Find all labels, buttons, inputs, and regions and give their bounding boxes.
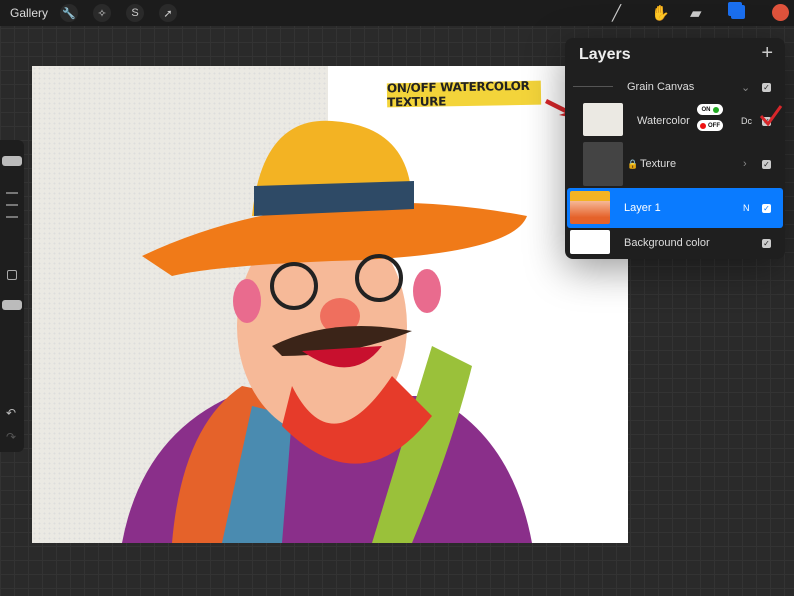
layers-icon[interactable] — [731, 5, 745, 19]
layer-background-color[interactable]: Background color ✓ — [567, 230, 783, 256]
layers-panel: Layers + Grain Canvas ⌄ ✓ Watercolor ON … — [565, 38, 785, 259]
layers-title: Layers — [579, 46, 631, 63]
layer-group-grain-canvas[interactable]: Grain Canvas ⌄ ✓ — [567, 76, 783, 98]
annotation-banner: ON/OFF WATERCOLOR TEXTURE — [387, 79, 542, 109]
top-toolbar: Gallery 🔧 ✧ S ➚ ╱ ✋ ▰ — [0, 0, 794, 26]
layer-thumbnail — [583, 103, 623, 136]
layer-thumbnail — [570, 230, 610, 254]
layer-group-texture[interactable]: 🔒 Texture › ✓ — [567, 142, 783, 186]
selection-icon[interactable]: S — [126, 4, 145, 22]
transform-arrow-icon[interactable]: ➚ — [159, 4, 178, 22]
layer-1[interactable]: Layer 1 N ✓ — [567, 188, 783, 228]
visibility-checkbox[interactable]: ✓ — [762, 82, 771, 92]
brush-size-slider[interactable] — [2, 156, 22, 166]
magic-wand-icon[interactable]: ✧ — [93, 4, 112, 22]
undo-icon[interactable]: ↶ — [6, 406, 16, 420]
chevron-down-icon[interactable]: ⌄ — [741, 81, 750, 94]
slider-ticks — [6, 192, 18, 194]
on-badge: ON — [697, 104, 723, 115]
redo-icon[interactable]: ↷ — [6, 430, 16, 444]
layer-thumbnail — [570, 191, 610, 224]
gallery-button[interactable]: Gallery — [10, 6, 48, 20]
left-sidebar: ↶ ↷ — [0, 140, 24, 452]
blend-mode[interactable]: Dc — [741, 116, 752, 126]
character-illustration — [122, 120, 532, 543]
red-checkmark-icon — [759, 105, 783, 127]
add-layer-button[interactable]: + — [761, 42, 773, 65]
wrench-icon[interactable]: 🔧 — [60, 4, 79, 22]
eraser-icon[interactable]: ▰ — [690, 4, 702, 22]
modify-button[interactable] — [7, 270, 17, 280]
visibility-checkbox[interactable]: ✓ — [762, 238, 771, 248]
layer-watercolor[interactable]: Watercolor ON OFF Dc ✓ — [567, 100, 783, 142]
group-line — [573, 86, 613, 87]
layer-name: Texture — [640, 158, 677, 170]
off-badge: OFF — [697, 120, 723, 131]
layer-name: Grain Canvas — [627, 81, 695, 93]
layer-name: Watercolor — [637, 115, 690, 127]
brush-icon[interactable]: ╱ — [612, 4, 621, 22]
layer-thumbnail — [583, 142, 623, 186]
layer-name: Layer 1 — [624, 202, 661, 214]
visibility-checkbox[interactable]: ✓ — [762, 159, 771, 169]
lock-icon: 🔒 — [627, 158, 639, 169]
chevron-right-icon[interactable]: › — [743, 158, 747, 170]
visibility-checkbox[interactable]: ✓ — [762, 203, 771, 213]
blend-mode[interactable]: N — [743, 203, 750, 213]
color-swatch[interactable] — [772, 4, 789, 21]
drawing-canvas[interactable] — [32, 66, 628, 543]
layer-name: Background color — [624, 237, 710, 249]
opacity-slider[interactable] — [2, 300, 22, 310]
smudge-icon[interactable]: ✋ — [651, 4, 670, 22]
